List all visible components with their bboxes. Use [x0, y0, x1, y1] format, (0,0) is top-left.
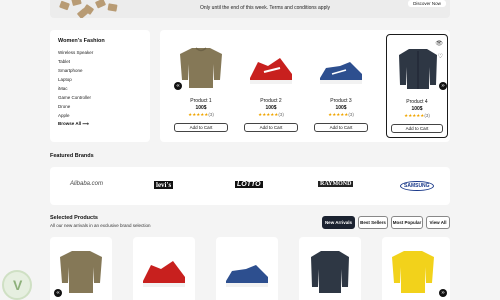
browse-all-label: Browse All — [58, 121, 82, 126]
promo-banner: Only until the end of this week. Terms a… — [50, 0, 450, 18]
banner-text: Only until the end of this week. Terms a… — [200, 5, 330, 11]
product-card[interactable]: Product 2 100$ ★★★★★(3) Add to Cart — [240, 34, 302, 138]
product-price: 100$ — [265, 105, 277, 111]
product-price: 100$ — [335, 105, 347, 111]
browse-all-link[interactable]: Browse All ⟶ — [58, 121, 142, 127]
category-item[interactable]: Smartphone — [58, 66, 142, 75]
arrow-right-icon: ⟶ — [82, 121, 89, 126]
product-image-sneaker-blue — [226, 265, 268, 287]
product-image-sneaker-red — [250, 58, 292, 84]
category-item[interactable]: Tablet — [58, 57, 142, 66]
boxes-illustration — [56, 0, 126, 18]
category-item[interactable]: Wireless Speaker — [58, 48, 142, 57]
product-card[interactable] — [133, 237, 195, 300]
category-item[interactable]: iMac — [58, 84, 142, 93]
featured-brands-title: Featured Brands — [50, 153, 94, 159]
watermark-logo: V — [2, 270, 32, 300]
category-item[interactable]: Game Controller — [58, 93, 142, 102]
product-image-jacket — [311, 251, 349, 293]
category-sidebar: Women's Fashion Wireless Speaker Tablet … — [50, 30, 150, 142]
product-image-sneaker-red — [143, 261, 185, 287]
filter-view-all[interactable]: View All — [426, 216, 450, 229]
product-price: 100$ — [411, 106, 423, 112]
brand-logo[interactable]: LOTTO — [235, 181, 263, 188]
product-image-sneaker-blue — [320, 62, 362, 84]
add-to-cart-button[interactable]: Add to Cart — [314, 123, 368, 132]
selected-prev-button[interactable]: ‹‹ — [54, 289, 62, 297]
filter-best-sellers[interactable]: Best Sellers — [358, 216, 388, 229]
product-name: Product 3 — [330, 98, 352, 104]
filter-new-arrivals[interactable]: New Arrivals — [322, 216, 355, 229]
rating-stars: ★★★★★(3) — [258, 112, 284, 117]
category-item[interactable]: Drone — [58, 102, 142, 111]
product-name: Product 4 — [406, 99, 428, 105]
carousel-prev-button[interactable]: ‹‹ — [174, 82, 182, 90]
product-card[interactable]: Product 3 100$ ★★★★★(3) Add to Cart — [310, 34, 372, 138]
selected-next-button[interactable]: ›› — [439, 289, 447, 297]
selected-products-title: Selected Products — [50, 215, 98, 221]
product-image-sweater — [60, 251, 102, 293]
brand-logo[interactable]: levi's — [154, 181, 174, 189]
brands-strip: Alibaba.com levi's LOTTO RAYMOND SAMSUNG — [50, 167, 450, 205]
discover-now-button[interactable]: Discover Now — [408, 0, 446, 7]
add-to-cart-button[interactable]: Add to Cart — [174, 123, 228, 132]
filter-most-popular[interactable]: Most Popular — [391, 216, 423, 229]
rating-stars: ★★★★★(3) — [188, 112, 214, 117]
brand-logo[interactable]: RAYMOND — [318, 181, 354, 187]
product-image-jacket — [399, 49, 437, 89]
brand-logo[interactable]: SAMSUNG — [400, 181, 434, 191]
category-title[interactable]: Women's Fashion — [58, 38, 142, 44]
add-to-cart-button[interactable]: Add to Cart — [391, 124, 443, 133]
selected-products-subtitle: All our new arrivals in an exclusive bra… — [50, 223, 151, 228]
category-item[interactable]: Laptop — [58, 75, 142, 84]
product-image-sweater-yellow — [392, 251, 434, 293]
product-card[interactable] — [299, 237, 361, 300]
carousel-next-button[interactable]: ›› — [439, 82, 447, 90]
add-to-cart-button[interactable]: Add to Cart — [244, 123, 298, 132]
category-item[interactable]: Apple — [58, 111, 142, 120]
product-carousel: Product 1 100$ ★★★★★(3) Add to Cart Prod… — [160, 30, 450, 142]
rating-stars: ★★★★★(3) — [404, 113, 430, 118]
product-name: Product 1 — [190, 98, 212, 104]
brand-logo[interactable]: Alibaba.com — [70, 181, 103, 187]
product-card[interactable] — [216, 237, 278, 300]
product-image-sweater — [180, 47, 222, 88]
product-name: Product 2 — [260, 98, 282, 104]
rating-stars: ★★★★★(3) — [328, 112, 354, 117]
product-price: 100$ — [195, 105, 207, 111]
